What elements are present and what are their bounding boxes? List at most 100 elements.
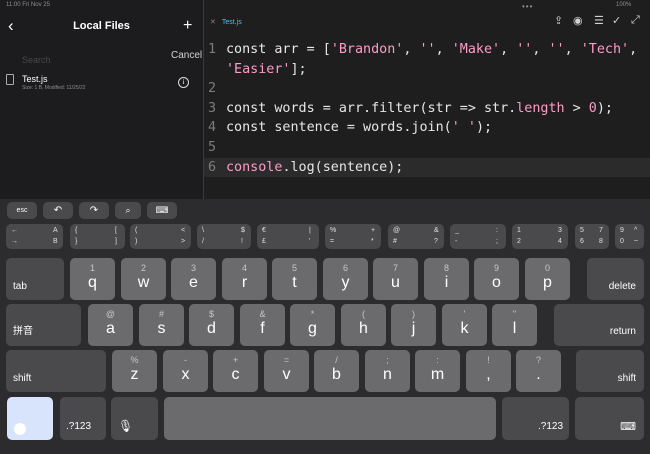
- hide-keyboard-icon[interactable]: ⌨: [147, 202, 177, 219]
- symbol-key[interactable]: € £ | ': [257, 224, 319, 249]
- symbol-key[interactable]: 5 6 7 8: [575, 224, 609, 249]
- settings-sliders-icon[interactable]: ☰: [594, 14, 604, 27]
- letter-key[interactable]: 5t: [272, 258, 317, 300]
- symbol-key[interactable]: % = + *: [325, 224, 381, 249]
- info-icon[interactable]: i: [178, 77, 189, 88]
- key-letter: a: [106, 320, 115, 337]
- symbol-key[interactable]: _ -:;: [450, 224, 506, 249]
- letter-key[interactable]: 7u: [373, 258, 418, 300]
- key-letter: d: [207, 320, 216, 337]
- letter-key[interactable]: = v: [264, 350, 309, 392]
- symbol-char: ←: [11, 227, 18, 234]
- symbol-char: →: [11, 238, 18, 245]
- code-area[interactable]: 1 const arr = ['Brandon', '', 'Make', '',…: [204, 40, 650, 178]
- key-letter: z: [130, 366, 139, 383]
- space-key[interactable]: [164, 397, 496, 440]
- symbol-key[interactable]: {} []: [70, 224, 125, 249]
- key-letter: .: [536, 366, 541, 383]
- done-check-icon[interactable]: ✓: [612, 14, 621, 27]
- add-file-button[interactable]: +: [183, 16, 192, 36]
- symbol-char: @: [393, 227, 401, 234]
- delete-key[interactable]: delete: [587, 258, 644, 300]
- symbol-char: [: [115, 227, 117, 234]
- status-battery: 100%: [616, 2, 632, 8]
- letter-key[interactable]: (h: [341, 304, 386, 346]
- symbol-key[interactable]: 9 0 ^ ~: [615, 224, 644, 249]
- numbers-key-left[interactable]: .?123: [60, 397, 106, 440]
- symbol-char: 0: [620, 238, 624, 245]
- status-time: 11:00 Fri Nov 25: [6, 2, 50, 8]
- symbol-key[interactable]: 1 2 3 4: [512, 224, 568, 249]
- tab-label: Test.js: [221, 19, 242, 26]
- key-hint: ': [463, 309, 466, 319]
- key-hint: #: [158, 309, 164, 319]
- letter-key[interactable]: + c: [213, 350, 258, 392]
- letter-key[interactable]: 8i: [424, 258, 469, 300]
- letter-key[interactable]: " l: [492, 304, 537, 346]
- letter-key[interactable]: -x: [163, 350, 208, 392]
- search-icon[interactable]: ⌕: [115, 202, 141, 219]
- letter-key[interactable]: 0p: [525, 258, 570, 300]
- symbol-char: -: [455, 238, 458, 245]
- letter-key[interactable]: * g: [290, 304, 335, 346]
- letter-key[interactable]: @ a: [88, 304, 133, 346]
- esc-key[interactable]: esc: [7, 202, 37, 219]
- code-editor[interactable]: ••• 100% ✕ Test.js ⇪ ◉ ☰ ✓ ⤢ 1 const arr =…: [204, 0, 650, 200]
- shift-key-left[interactable]: shift: [6, 350, 106, 392]
- letter-key[interactable]: 1q: [70, 258, 115, 300]
- pinyin-key[interactable]: 拼音: [6, 304, 81, 346]
- return-key[interactable]: return: [554, 304, 644, 346]
- tab-test-js[interactable]: ✕ Test.js: [210, 18, 242, 26]
- numbers-key-right[interactable]: .?123: [502, 397, 569, 440]
- key-letter: x: [181, 366, 190, 383]
- letter-key[interactable]: 6y: [323, 258, 368, 300]
- letter-key[interactable]: $ d: [189, 304, 234, 346]
- cancel-button[interactable]: Cancel: [171, 50, 202, 61]
- key-letter: o: [492, 274, 501, 291]
- letter-key[interactable]: / b: [314, 350, 359, 392]
- dismiss-keyboard-icon[interactable]: ⌨: [575, 397, 644, 440]
- symbol-char: ): [135, 238, 138, 245]
- letter-key[interactable]: # s: [139, 304, 184, 346]
- symbol-char: |: [309, 227, 311, 234]
- letter-key[interactable]: ; n: [365, 350, 410, 392]
- undo-icon[interactable]: ↶: [43, 202, 73, 219]
- redo-icon[interactable]: ↷: [79, 202, 109, 219]
- letter-key[interactable]: ?.: [516, 350, 561, 392]
- key-hint: /: [335, 355, 338, 365]
- symbol-key[interactable]: @ # &?: [388, 224, 444, 249]
- emoji-key[interactable]: [7, 397, 53, 440]
- key-hint: 4: [241, 263, 247, 273]
- symbol-key[interactable]: \ / $!: [197, 224, 251, 249]
- expand-icon[interactable]: ⤢: [631, 14, 640, 27]
- more-dots-icon[interactable]: •••: [522, 2, 533, 11]
- letter-key[interactable]: ' k: [442, 304, 487, 346]
- symbol-key[interactable]: () < >: [130, 224, 191, 249]
- letter-key[interactable]: !,: [466, 350, 511, 392]
- letter-key[interactable]: 9o: [474, 258, 519, 300]
- letter-key[interactable]: % z: [112, 350, 157, 392]
- symbol-char: 1: [517, 227, 521, 234]
- letter-key[interactable]: 4r: [222, 258, 267, 300]
- panel-title: Local Files: [73, 20, 130, 32]
- letter-key[interactable]: 3e: [171, 258, 216, 300]
- file-list-item[interactable]: Test.js Size: 1 B, Modified: 11/25/22 i: [0, 70, 203, 96]
- key-letter: h: [359, 320, 368, 337]
- close-tab-icon[interactable]: ✕: [210, 19, 216, 26]
- letter-key[interactable]: & f: [240, 304, 285, 346]
- letter-key[interactable]: :m: [415, 350, 460, 392]
- tab-key[interactable]: tab: [6, 258, 64, 300]
- microphone-icon[interactable]: 🎙: [111, 397, 158, 440]
- code-line: 'Easier'];: [226, 61, 307, 77]
- symbol-key[interactable]: ← → A B: [6, 224, 63, 249]
- key-letter: i: [444, 274, 449, 291]
- key-hint: :: [436, 355, 439, 365]
- key-hint: $: [208, 309, 214, 319]
- key-hint: !: [487, 355, 490, 365]
- search-input[interactable]: Search: [10, 50, 160, 65]
- letter-key[interactable]: ) j: [391, 304, 436, 346]
- shift-key-right[interactable]: shift: [576, 350, 644, 392]
- preview-eye-icon[interactable]: ◉: [573, 14, 583, 27]
- share-icon[interactable]: ⇪: [554, 14, 563, 27]
- letter-key[interactable]: 2w: [121, 258, 166, 300]
